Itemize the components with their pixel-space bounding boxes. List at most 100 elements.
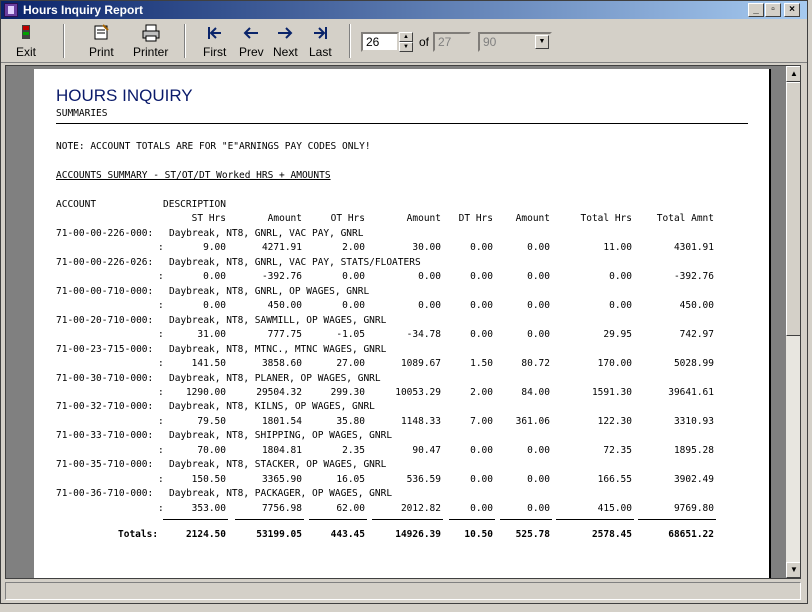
table-cell: 415.00 <box>597 502 632 514</box>
scroll-up-button[interactable]: ▲ <box>786 66 800 82</box>
account-code: 71-00-33-710-000: <box>56 430 154 442</box>
total-cell: 443.45 <box>330 529 365 540</box>
table-cell: 2.35 <box>342 444 365 456</box>
account-code: 71-00-20-710-000: <box>56 314 154 326</box>
column-account-label: ACCOUNT <box>56 199 97 210</box>
scroll-down-button[interactable]: ▼ <box>786 562 800 578</box>
page-spin-up-button[interactable]: ▲ <box>399 32 413 42</box>
toolbar: Exit Print Printer First Prev Next Last … <box>1 20 807 63</box>
table-cell: 84.00 <box>521 386 550 398</box>
print-button[interactable]: Print <box>89 24 114 59</box>
account-code: 71-00-00-226-000: <box>56 228 154 239</box>
table-cell: 3310.93 <box>673 415 714 427</box>
table-cell: 141.50 <box>191 358 226 370</box>
table-cell: 10053.29 <box>395 386 441 398</box>
table-cell: 0.00 <box>342 271 365 283</box>
column-header: Amount <box>406 213 441 224</box>
column-header: Total Amnt <box>656 213 714 224</box>
maximize-button[interactable]: ▫ <box>765 3 781 17</box>
toolbar-separator <box>63 24 65 58</box>
account-description: Daybreak, NT8, MTNC., MTNC WAGES, GNRL <box>169 343 387 355</box>
account-description: Daybreak, NT8, PLANER, OP WAGES, GNRL <box>169 372 381 384</box>
table-cell: 0.00 <box>527 444 550 456</box>
table-cell: 1148.33 <box>400 415 441 427</box>
scrollbar-thumb[interactable] <box>786 82 800 336</box>
zoom-select[interactable]: 90 ▼ <box>478 32 552 52</box>
table-cell: 79.50 <box>197 415 226 427</box>
table-cell: 0.00 <box>527 300 550 312</box>
window-title: Hours Inquiry Report <box>23 3 144 17</box>
last-page-button[interactable]: Last <box>309 24 332 59</box>
total-cell: 14926.39 <box>395 529 441 540</box>
table-cell: 2.00 <box>342 242 365 254</box>
account-description: Daybreak, NT8, GNRL, VAC PAY, STATS/FLOA… <box>169 256 421 268</box>
page-total-field: 27 <box>433 32 471 52</box>
total-rule <box>638 519 716 520</box>
arrow-right-icon <box>275 24 295 42</box>
print-icon <box>91 24 111 42</box>
total-cell: 2578.45 <box>591 529 632 540</box>
totals-label: Totals: <box>118 529 159 540</box>
table-cell: 0.00 <box>470 300 493 312</box>
table-cell: 0.00 <box>470 473 493 485</box>
table-cell: 0.00 <box>527 329 550 341</box>
column-header: Amount <box>267 213 302 224</box>
table-cell: 0.00 <box>342 300 365 312</box>
table-cell: 1804.81 <box>261 444 302 456</box>
zoom-value: 90 <box>483 35 497 49</box>
vertical-scrollbar[interactable]: ▲ ▼ <box>786 66 800 578</box>
minimize-button[interactable]: _ <box>748 3 764 17</box>
table-cell: -1.05 <box>336 329 365 341</box>
report-window: Hours Inquiry Report _ ▫ × Exit Print Pr… <box>0 0 808 604</box>
table-cell: 7.00 <box>470 415 493 427</box>
column-header: OT Hrs <box>330 213 365 224</box>
chevron-down-icon[interactable]: ▼ <box>535 35 549 49</box>
printer-button[interactable]: Printer <box>133 24 168 59</box>
prev-page-button[interactable]: Prev <box>239 24 264 59</box>
table-cell: 0.00 <box>527 242 550 254</box>
table-cell: 361.06 <box>515 415 550 427</box>
report-viewport[interactable]: HOURS INQUIRY SUMMARIES NOTE: ACCOUNT TO… <box>5 65 801 579</box>
table-cell: 1895.28 <box>673 444 714 456</box>
total-cell: 68651.22 <box>668 529 714 540</box>
column-header: ST Hrs <box>191 213 226 224</box>
total-rule <box>556 519 634 520</box>
account-code: 71-00-32-710-000: <box>56 401 154 413</box>
table-cell: 90.47 <box>412 444 441 456</box>
account-description: Daybreak, NT8, SHIPPING, OP WAGES, GNRL <box>169 430 393 442</box>
account-description: Daybreak, NT8, KILNS, OP WAGES, GNRL <box>169 401 375 413</box>
total-rule <box>235 519 304 520</box>
exit-door-icon <box>16 24 36 42</box>
total-rule <box>500 519 552 520</box>
total-rule <box>449 519 495 520</box>
title-bar[interactable]: Hours Inquiry Report _ ▫ × <box>1 1 807 19</box>
table-cell: 9769.80 <box>673 502 714 514</box>
table-cell: 0.00 <box>470 271 493 283</box>
first-page-icon <box>205 24 225 42</box>
row-colon: : <box>158 300 164 312</box>
table-cell: 1591.30 <box>591 386 632 398</box>
exit-button[interactable]: Exit <box>16 24 36 59</box>
arrow-left-icon <box>241 24 261 42</box>
table-cell: 16.05 <box>336 473 365 485</box>
report-note: NOTE: ACCOUNT TOTALS ARE FOR "E"ARNINGS … <box>56 141 371 152</box>
page-spin-down-button[interactable]: ▼ <box>399 42 413 52</box>
page-number-input[interactable]: 26 <box>361 32 399 52</box>
first-page-button[interactable]: First <box>203 24 226 59</box>
table-cell: 777.75 <box>267 329 302 341</box>
table-cell: 1801.54 <box>261 415 302 427</box>
account-code: 71-00-00-710-000: <box>56 285 154 297</box>
status-bar <box>5 582 801 600</box>
table-cell: 4301.91 <box>673 242 714 254</box>
table-cell: 0.00 <box>418 271 441 283</box>
table-cell: -34.78 <box>406 329 441 341</box>
report-page: HOURS INQUIRY SUMMARIES NOTE: ACCOUNT TO… <box>34 69 771 578</box>
table-cell: 62.00 <box>336 502 365 514</box>
close-button[interactable]: × <box>784 3 800 17</box>
table-cell: -392.76 <box>673 271 714 283</box>
next-page-button[interactable]: Next <box>273 24 298 59</box>
table-cell: 3858.60 <box>261 358 302 370</box>
table-cell: 0.00 <box>527 271 550 283</box>
column-header: Total Hrs <box>580 213 632 224</box>
table-cell: 35.80 <box>336 415 365 427</box>
